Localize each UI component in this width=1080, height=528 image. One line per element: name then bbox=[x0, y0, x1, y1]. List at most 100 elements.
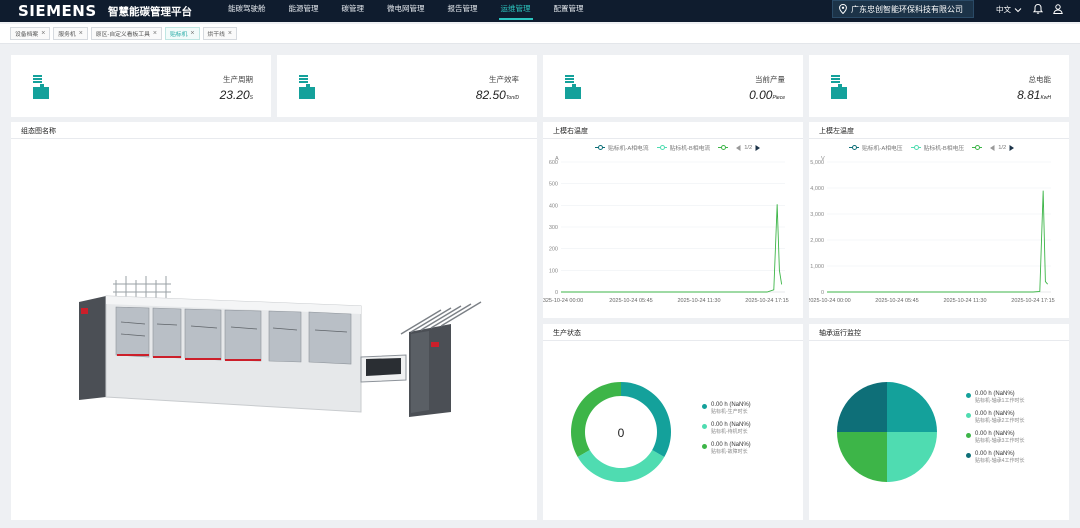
user-icon[interactable] bbox=[1052, 3, 1064, 15]
kpi-label: 总电能 bbox=[1028, 75, 1052, 84]
x-tick-label: 2025-10-24 17:15 bbox=[1011, 298, 1054, 304]
bearing-pie-chart bbox=[837, 382, 937, 482]
top-navigation-bar: SIEMENS 智慧能碳管理平台 能碳驾驶舱 能源管理 碳管理 微电网管理 报告… bbox=[0, 0, 1080, 22]
legend-item[interactable]: 0.00 h (NaN%) 贴标机-故障时长 bbox=[702, 442, 751, 455]
close-icon[interactable]: × bbox=[79, 30, 83, 37]
machine-icon bbox=[33, 75, 49, 99]
nav-item-operations-management[interactable]: 运维管理 bbox=[493, 0, 539, 22]
legend-marker bbox=[966, 393, 971, 398]
legend-item[interactable]: 贴标机-B相电压 bbox=[910, 143, 964, 152]
legend-pager: 1/2 bbox=[990, 144, 1015, 151]
tab-custom-dashboard-tool[interactable]: 原区-自定义看板工具 × bbox=[90, 27, 162, 40]
next-page-icon[interactable] bbox=[1009, 144, 1015, 151]
chart-legend: 贴标机-A相电流 贴标机-B相电流 1/2 bbox=[595, 143, 761, 152]
bell-icon[interactable] bbox=[1032, 3, 1044, 15]
next-page-icon[interactable] bbox=[755, 144, 761, 151]
x-tick-label: 325-10-24 00:00 bbox=[543, 298, 583, 304]
legend-marker bbox=[718, 145, 729, 150]
machine-icon bbox=[299, 75, 315, 99]
legend-item[interactable]: 0.00 h (NaN%) 贴标机-轴承1工作时长 bbox=[966, 391, 1024, 404]
pie-slice bbox=[577, 450, 665, 482]
tab-label: 原区-自定义看板工具 bbox=[95, 32, 150, 38]
legend-marker bbox=[702, 404, 707, 409]
machine-icon bbox=[831, 75, 847, 99]
kpi-value: 23.20S bbox=[219, 88, 253, 102]
legend-item[interactable]: 贴标机-B相电流 bbox=[656, 143, 710, 152]
tab-device-archive[interactable]: 设备档案 × bbox=[10, 27, 51, 40]
company-selector[interactable]: 广东忠创智能环保科技有限公司 bbox=[832, 0, 974, 18]
nav-item-report-management[interactable]: 报告管理 bbox=[440, 0, 486, 22]
close-icon[interactable]: × bbox=[153, 30, 157, 37]
x-tick-label: 2025-10-24 11:30 bbox=[677, 298, 720, 304]
nav-item-microgrid-management[interactable]: 微电网管理 bbox=[379, 0, 433, 22]
prev-page-icon[interactable] bbox=[990, 144, 995, 151]
legend-item[interactable]: 贴标机-A相电流 bbox=[595, 143, 649, 152]
legend-label: 贴标机-轴承2工作时长 bbox=[975, 418, 1025, 424]
nav-item-carbon-management[interactable]: 碳管理 bbox=[334, 0, 373, 22]
legend-item[interactable]: 0.00 h (NaN%) 贴标机-轴承4工作时长 bbox=[966, 451, 1024, 464]
line-chart-voltage: V01,0002,0003,0004,0005,0002025-10-24 00… bbox=[809, 156, 1055, 304]
tab-labeling-machine[interactable]: 贴标机 × bbox=[165, 27, 200, 40]
pie-slice bbox=[887, 432, 937, 482]
legend-marker bbox=[910, 145, 921, 150]
y-tick-label: 4,000 bbox=[810, 186, 824, 192]
legend-label: 贴标机-轴承3工作时长 bbox=[975, 438, 1025, 444]
legend-item[interactable]: 贴标机-A相电压 bbox=[849, 143, 903, 152]
nav-item-configuration-management[interactable]: 配置管理 bbox=[546, 0, 592, 22]
nav-item-energy-management[interactable]: 能源管理 bbox=[281, 0, 327, 22]
legend-item[interactable]: 0.00 h (NaN%) 贴标机-轴承2工作时长 bbox=[966, 411, 1024, 424]
y-tick-label: 0 bbox=[821, 290, 824, 296]
pie-slice bbox=[571, 382, 621, 457]
legend-marker bbox=[656, 145, 667, 150]
pie-slice bbox=[621, 382, 671, 457]
close-icon[interactable]: × bbox=[228, 30, 232, 37]
prev-page-icon[interactable] bbox=[736, 144, 741, 151]
close-icon[interactable]: × bbox=[190, 30, 194, 37]
y-tick-label: 400 bbox=[549, 203, 558, 209]
kpi-label: 生产周期 bbox=[223, 75, 253, 84]
legend-item[interactable]: 0.00 h (NaN%) 贴标机-生产时长 bbox=[702, 402, 751, 415]
panel-title: 生产状态 bbox=[553, 330, 581, 337]
legend-marker bbox=[966, 453, 971, 458]
platform-title: 智慧能碳管理平台 bbox=[108, 5, 192, 18]
legend-item[interactable]: 0.00 h (NaN%) 贴标机-待机时长 bbox=[702, 422, 751, 435]
line-chart-panel-voltage: 上模左温度 贴标机-A相电压 贴标机-B相电压 1/2 V 0 1,000 2,000… bbox=[809, 122, 1069, 318]
x-tick-label: 2025-10-24 05:45 bbox=[875, 298, 918, 304]
legend-item[interactable]: 0.00 h (NaN%) 贴标机-轴承3工作时长 bbox=[966, 431, 1024, 444]
panel-title: 上模右温度 bbox=[553, 128, 588, 135]
chevron-down-icon bbox=[1014, 7, 1022, 12]
legend-marker bbox=[849, 145, 859, 150]
x-tick-label: 2025-10-24 17:15 bbox=[745, 298, 788, 304]
language-label: 中文 bbox=[996, 5, 1011, 14]
legend-marker bbox=[972, 145, 983, 150]
kpi-card-production-efficiency: 生产效率 82.50Ton/D bbox=[277, 55, 537, 117]
language-selector[interactable]: 中文 bbox=[996, 4, 1022, 15]
close-icon[interactable]: × bbox=[41, 30, 45, 37]
y-tick-label: 200 bbox=[549, 247, 558, 253]
legend-marker bbox=[966, 433, 971, 438]
legend-item[interactable] bbox=[718, 145, 729, 150]
open-tabs-bar: 设备档案 × 服务机 × 原区-自定义看板工具 × 贴标机 × 烘干线 × bbox=[0, 24, 1080, 44]
legend-label: 贴标机-轴承4工作时长 bbox=[975, 458, 1025, 464]
kpi-value: 8.81KwH bbox=[1017, 88, 1051, 102]
tab-service-machine[interactable]: 服务机 × bbox=[53, 27, 88, 40]
legend-item[interactable] bbox=[972, 145, 983, 150]
series-line bbox=[561, 204, 783, 293]
y-tick-label: 2,000 bbox=[810, 238, 824, 244]
siemens-logo[interactable]: SIEMENS bbox=[18, 2, 100, 20]
tab-label: 贴标机 bbox=[170, 32, 188, 38]
x-tick-label: 2025-10-24 11:30 bbox=[943, 298, 986, 304]
kpi-value: 0.00Piece bbox=[749, 88, 785, 102]
nav-item-carbon-cockpit[interactable]: 能碳驾驶舱 bbox=[220, 0, 274, 22]
tab-drying-line[interactable]: 烘干线 × bbox=[202, 27, 237, 40]
pager-text: 1/2 bbox=[744, 144, 753, 151]
legend-marker bbox=[595, 145, 605, 150]
y-tick-label: 0 bbox=[555, 290, 558, 296]
panel-title: 上模左温度 bbox=[819, 128, 854, 135]
x-tick-label: 2025-10-24 05:45 bbox=[609, 298, 652, 304]
y-tick-label: 100 bbox=[549, 268, 558, 274]
pie-slice bbox=[837, 432, 887, 482]
y-tick-label: 3,000 bbox=[810, 212, 824, 218]
series-line bbox=[827, 190, 1048, 293]
y-tick-label: 5,000 bbox=[810, 160, 824, 166]
